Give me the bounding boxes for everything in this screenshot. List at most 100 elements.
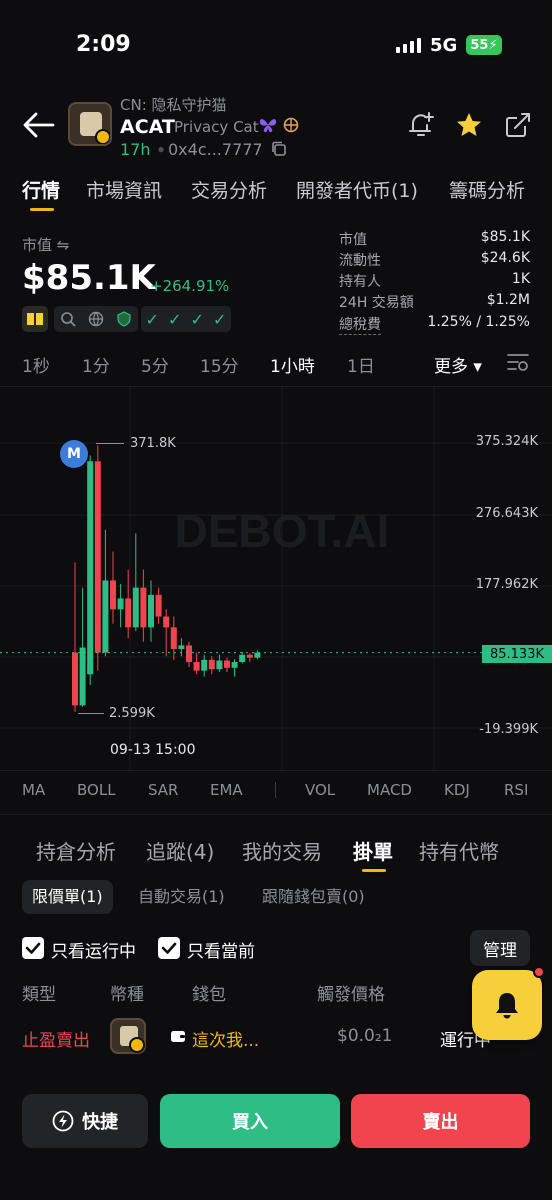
indicator-vol[interactable]: VOL bbox=[305, 781, 335, 799]
candle[interactable] bbox=[148, 594, 154, 628]
indicator-sar[interactable]: SAR bbox=[148, 781, 178, 799]
chart-marker-badge[interactable]: M bbox=[60, 440, 88, 468]
candle[interactable] bbox=[254, 652, 261, 658]
interval-1h[interactable]: 1小時 bbox=[270, 352, 315, 377]
candle[interactable] bbox=[208, 659, 215, 670]
current-only-label[interactable]: 只看當前 bbox=[187, 937, 255, 962]
candle[interactable] bbox=[224, 660, 230, 668]
indicator-macd[interactable]: MACD bbox=[367, 781, 412, 799]
interval-5m[interactable]: 5分 bbox=[141, 352, 169, 377]
candle[interactable] bbox=[72, 652, 78, 706]
manage-button[interactable]: 管理 bbox=[470, 930, 530, 966]
stat-label: 持有人 bbox=[339, 274, 381, 290]
candle[interactable] bbox=[170, 627, 177, 650]
tab-chip-analysis[interactable]: 籌碼分析 bbox=[449, 176, 525, 203]
candle[interactable] bbox=[178, 645, 185, 650]
candle[interactable] bbox=[132, 587, 139, 628]
candle[interactable] bbox=[79, 647, 86, 706]
indicator-boll[interactable]: BOLL bbox=[77, 781, 116, 799]
running-only-checkbox[interactable] bbox=[22, 937, 44, 959]
sell-button[interactable]: 賣出 bbox=[351, 1094, 530, 1148]
book-icon bbox=[27, 313, 43, 325]
running-only-label[interactable]: 只看运行中 bbox=[51, 937, 136, 962]
subtab-limit-orders[interactable]: 限價單(1) bbox=[22, 880, 113, 914]
subtab-auto-trade[interactable]: 自動交易(1) bbox=[128, 880, 235, 914]
fast-trade-label: 快捷 bbox=[82, 1112, 118, 1133]
back-arrow-icon[interactable] bbox=[22, 110, 56, 140]
token-symbol: ACAT bbox=[120, 116, 175, 138]
candle[interactable] bbox=[246, 654, 253, 658]
battery-level: 55 bbox=[470, 37, 489, 53]
check-icon: ✓ bbox=[168, 309, 182, 329]
alert-fab-button[interactable] bbox=[472, 970, 542, 1040]
candle[interactable] bbox=[163, 616, 170, 628]
candle[interactable] bbox=[94, 461, 101, 653]
check-icon: ✓ bbox=[145, 309, 159, 329]
candle[interactable] bbox=[216, 660, 223, 670]
interval-1d[interactable]: 1日 bbox=[347, 352, 375, 377]
bell-add-icon[interactable] bbox=[406, 110, 436, 140]
tab-market[interactable]: 行情 bbox=[22, 176, 60, 203]
candle[interactable] bbox=[110, 580, 116, 610]
status-time: 2:09 bbox=[76, 32, 131, 57]
column-header-wallet: 錢包 bbox=[192, 985, 226, 1005]
checkmark-icon bbox=[25, 942, 41, 954]
order-wallet-name[interactable]: 這次我... bbox=[192, 1026, 259, 1051]
tab-tracking[interactable]: 追蹤(4) bbox=[146, 836, 214, 865]
candle[interactable] bbox=[201, 659, 208, 671]
subtab-follow-wallet-sell[interactable]: 跟隨錢包賣(0) bbox=[252, 880, 375, 914]
target-icon bbox=[283, 117, 299, 133]
tab-orders[interactable]: 掛單 bbox=[353, 836, 393, 865]
chart-settings-icon[interactable] bbox=[506, 350, 530, 374]
indicator-ema[interactable]: EMA bbox=[210, 781, 243, 799]
globe-icon[interactable] bbox=[88, 311, 104, 327]
indicator-ma[interactable]: MA bbox=[22, 781, 45, 799]
interval-1s[interactable]: 1秒 bbox=[22, 352, 50, 377]
shield-icon[interactable] bbox=[116, 311, 132, 327]
share-icon[interactable] bbox=[503, 110, 533, 140]
candle[interactable] bbox=[87, 461, 94, 675]
tab-my-trades[interactable]: 我的交易 bbox=[242, 836, 322, 865]
links-chip bbox=[54, 306, 138, 332]
market-cap-label[interactable]: 市值 ⇋ bbox=[22, 234, 69, 255]
fast-trade-button[interactable]: 快捷 bbox=[22, 1094, 148, 1148]
star-icon[interactable] bbox=[454, 110, 484, 140]
order-type: 止盈賣出 bbox=[22, 1031, 90, 1051]
copy-icon[interactable] bbox=[270, 140, 288, 158]
tab-market-info[interactable]: 市場資訊 bbox=[86, 176, 162, 203]
candle[interactable] bbox=[117, 598, 124, 610]
candle[interactable] bbox=[231, 662, 238, 668]
buy-button[interactable]: 買入 bbox=[160, 1094, 340, 1148]
indicator-kdj[interactable]: KDJ bbox=[444, 781, 470, 799]
candle[interactable] bbox=[140, 587, 147, 628]
token-address[interactable]: 0x4c...7777 bbox=[168, 140, 263, 159]
tab-holdings[interactable]: 持有代幣 bbox=[419, 836, 499, 865]
candle[interactable] bbox=[155, 594, 162, 617]
search-icon[interactable] bbox=[60, 311, 76, 327]
candle[interactable] bbox=[186, 645, 192, 663]
column-header-type: 類型 bbox=[22, 985, 56, 1005]
tab-trade-analysis[interactable]: 交易分析 bbox=[191, 176, 267, 203]
candle[interactable] bbox=[239, 654, 246, 663]
battery-icon: 55 ⚡ bbox=[466, 35, 502, 55]
candle[interactable] bbox=[102, 580, 109, 653]
info-chip[interactable] bbox=[22, 306, 48, 332]
chain-badge-icon bbox=[129, 1037, 145, 1053]
tab-dev-tokens[interactable]: 開發者代币(1) bbox=[296, 176, 418, 203]
stat-label-tax[interactable]: 總稅費 bbox=[339, 314, 381, 335]
candle[interactable] bbox=[125, 598, 132, 628]
stat-value: 1.25% / 1.25% bbox=[427, 314, 530, 330]
tab-position-analysis[interactable]: 持倉分析 bbox=[36, 836, 116, 865]
stat-value: $24.6K bbox=[480, 250, 530, 266]
current-only-checkbox[interactable] bbox=[158, 937, 180, 959]
interval-15m[interactable]: 15分 bbox=[200, 352, 239, 377]
interval-1m[interactable]: 1分 bbox=[82, 352, 110, 377]
signal-icon bbox=[396, 38, 421, 53]
checkmark-icon bbox=[161, 942, 177, 954]
stat-label: 市值 bbox=[339, 232, 367, 248]
x-axis-time-label: 09-13 15:00 bbox=[110, 742, 196, 758]
candle[interactable] bbox=[193, 662, 200, 671]
indicator-rsi[interactable]: RSI bbox=[504, 781, 528, 799]
safety-checks-chip[interactable]: ✓ ✓ ✓ ✓ bbox=[141, 306, 231, 332]
more-intervals-button[interactable]: 更多 ▾ bbox=[434, 352, 482, 377]
